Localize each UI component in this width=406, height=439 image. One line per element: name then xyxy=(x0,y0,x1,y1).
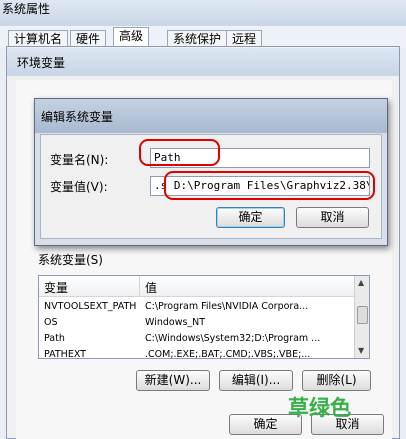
highlight-box xyxy=(164,171,375,200)
variable-value-label: 变量值(V): xyxy=(50,180,108,194)
dialog-title: 编辑系统变量 xyxy=(41,110,114,124)
new-variable-button[interactable]: 新建(W)... xyxy=(136,370,210,391)
environment-variables-titlebar: 环境变量 xyxy=(7,48,399,76)
dialog-titlebar: 编辑系统变量 xyxy=(35,99,387,133)
dialog-ok-button[interactable]: 确定 xyxy=(216,207,285,228)
watermark-text: 草绿色 xyxy=(288,396,351,420)
scroll-up-icon[interactable]: ▲ xyxy=(358,278,364,287)
row-variable: NVTOOLSEXT_PATH xyxy=(44,301,137,312)
row-value: C:\Windows\System32;D:\Program ... xyxy=(145,333,321,344)
row-value: .COM;.EXE;.BAT;.CMD;.VBS;.VBE;... xyxy=(145,349,311,359)
delete-variable-button[interactable]: 删除(L) xyxy=(302,370,371,391)
system-variables-list[interactable]: 变量 值 NVTOOLSEXT_PATH C:\Program Files\NV… xyxy=(38,275,370,359)
column-divider[interactable] xyxy=(139,276,140,296)
row-variable: OS xyxy=(44,317,58,328)
table-row[interactable]: Path C:\Windows\System32;D:\Program ... xyxy=(39,331,357,346)
window-title: 系统属性 xyxy=(2,2,51,16)
scroll-down-icon[interactable]: ▼ xyxy=(358,346,364,355)
tab-bar: 计算机名 硬件 高级 系统保护 远程 xyxy=(0,26,406,49)
row-variable: PATHEXT xyxy=(44,349,86,359)
column-header-variable[interactable]: 变量 xyxy=(44,279,68,296)
edit-variable-button[interactable]: 编辑(I)... xyxy=(219,370,293,391)
table-row[interactable]: NVTOOLSEXT_PATH C:\Program Files\NVIDIA … xyxy=(39,299,357,314)
column-header-value[interactable]: 值 xyxy=(145,279,157,296)
system-variables-label: 系统变量(S) xyxy=(38,253,103,267)
highlight-box xyxy=(139,139,220,166)
scroll-thumb[interactable] xyxy=(357,306,368,324)
row-variable: Path xyxy=(44,333,65,344)
list-header: 变量 值 xyxy=(39,276,357,297)
table-row[interactable]: PATHEXT .COM;.EXE;.BAT;.CMD;.VBS;.VBE;..… xyxy=(39,347,357,359)
row-value: Windows_NT xyxy=(145,317,206,328)
row-value: C:\Program Files\NVIDIA Corpora... xyxy=(145,301,309,312)
env-window-title: 环境变量 xyxy=(17,56,66,70)
dialog-cancel-button[interactable]: 取消 xyxy=(296,207,369,228)
vertical-scrollbar[interactable]: ▲ ▼ xyxy=(354,276,369,358)
system-properties-titlebar: 系统属性 xyxy=(0,0,406,26)
variable-name-label: 变量名(N): xyxy=(50,153,109,167)
table-row[interactable]: OS Windows_NT xyxy=(39,315,357,330)
